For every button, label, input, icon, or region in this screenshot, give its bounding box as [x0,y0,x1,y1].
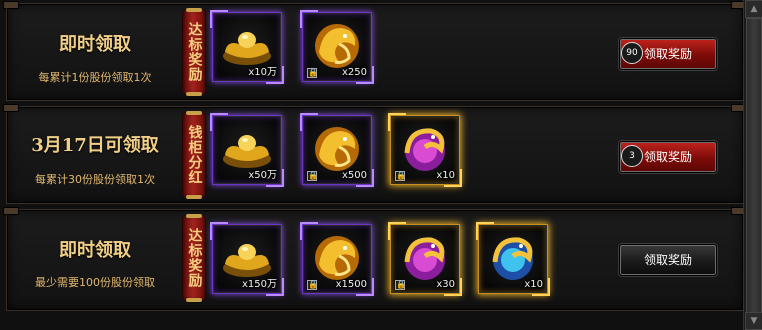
reward-row: 3月17日可领取 每累计30份股份领取1次 钱柜分红 x50万 🔒 x500 🔒… [3,104,747,204]
claim-reward-button[interactable]: 90 领取奖励 [619,38,717,70]
reward-slot[interactable]: x10 [476,222,550,296]
blue-dragon-icon [492,237,533,280]
lock-icon: 🔒 [307,68,318,78]
lock-icon: 🔒 [307,280,318,290]
reward-quantity: x250 [341,67,367,78]
reward-banner: 钱柜分红 [183,111,205,199]
reward-row: 即时领取 最少需要100份股份领取 达标奖励 x150万 🔒 x1500 🔒 x… [3,207,747,311]
claim-button-label: 领取奖励 [643,253,692,267]
claim-reward-button[interactable]: 3 领取奖励 [619,141,717,173]
reward-quantity: x150万 [241,279,277,290]
reward-row: 即时领取 每累计1份股份领取1次 达标奖励 x10万 🔒 x250 90 领取奖… [3,1,747,101]
reward-panel: 即时领取 每累计1份股份领取1次 达标奖励 x10万 🔒 x250 90 领取奖… [0,0,752,330]
claim-button-label: 领取奖励 [643,47,692,61]
row-subtitle: 每累计30份股份领取1次 [35,173,155,186]
claim-reward-button[interactable]: 领取奖励 [619,244,717,276]
reward-quantity: x30 [436,279,455,290]
reward-slot[interactable]: x50万 [210,113,284,187]
reward-quantity: x50万 [248,170,277,181]
scroll-up-arrow-icon[interactable]: ▲ [745,0,762,18]
purple-dragon-icon [404,237,445,280]
reward-quantity: x10 [436,170,455,181]
lock-icon: 🔒 [395,171,406,181]
purple-dragon-icon [404,128,445,171]
reward-quantity: x10万 [248,67,277,78]
reward-slot[interactable]: 🔒 x1500 [300,222,374,296]
reward-banner: 达标奖励 [183,214,205,302]
reward-slot[interactable]: x150万 [210,222,284,296]
lock-icon: 🔒 [307,171,318,181]
reward-slot[interactable]: 🔒 x500 [300,113,374,187]
reward-slot[interactable]: 🔒 x10 [388,113,462,187]
reward-banner: 达标奖励 [183,8,205,96]
reward-quantity: x10 [524,279,543,290]
scrollbar[interactable]: ▲ ▼ [743,0,762,330]
golden-dragon-icon [315,24,359,68]
reward-slot[interactable]: 🔒 x30 [388,222,462,296]
lock-icon: 🔒 [395,280,406,290]
row-title: 即时领取 [59,34,131,55]
row-title: 即时领取 [59,240,131,261]
golden-dragon-icon [315,127,359,171]
reward-slot[interactable]: x10万 [210,10,284,84]
row-subtitle: 最少需要100份股份领取 [35,276,155,289]
claim-button-label: 领取奖励 [643,150,692,164]
reward-slot[interactable]: 🔒 x250 [300,10,374,84]
row-subtitle: 每累计1份股份领取1次 [38,71,152,84]
golden-dragon-icon [315,236,359,280]
row-title: 3月17日可领取 [31,135,159,156]
reward-quantity: x500 [341,170,367,181]
reward-quantity: x1500 [335,279,367,290]
scroll-down-arrow-icon[interactable]: ▼ [745,312,762,330]
scroll-thumb[interactable] [746,18,762,314]
